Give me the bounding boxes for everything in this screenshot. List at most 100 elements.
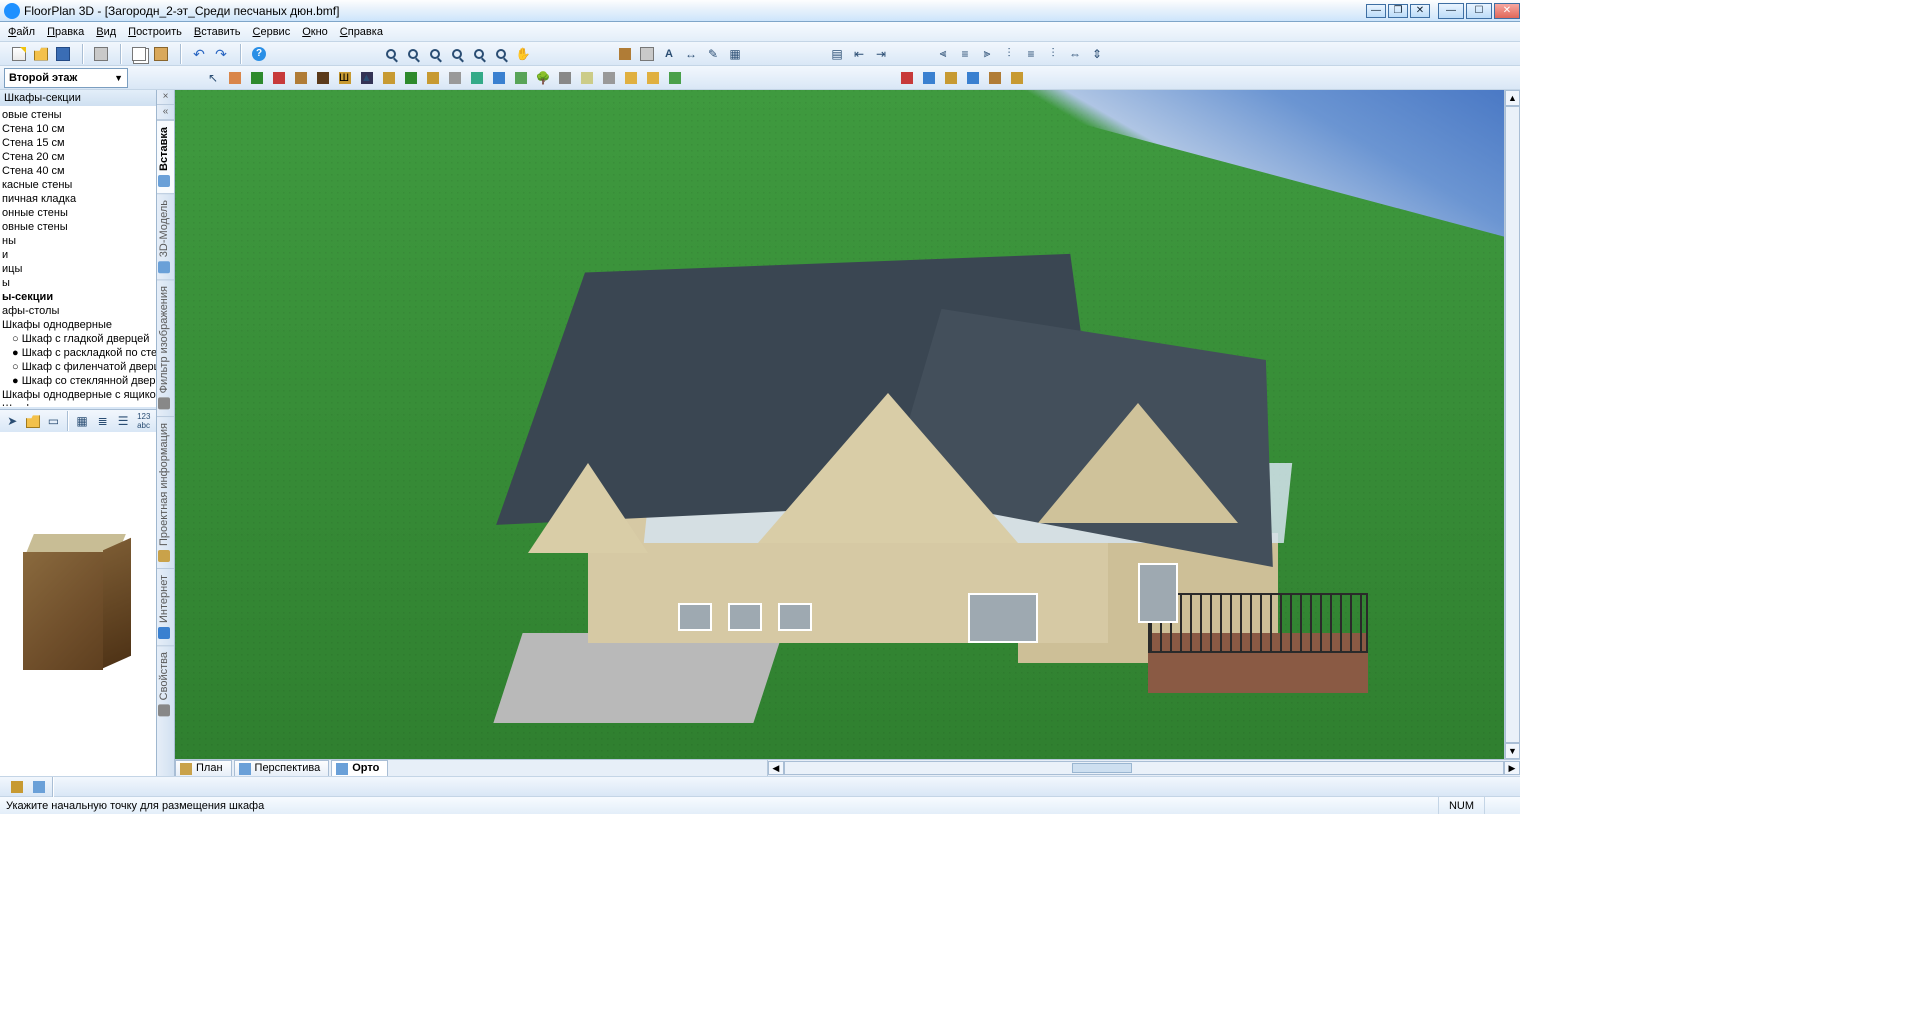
hscroll-thumb[interactable] xyxy=(1072,763,1132,773)
viewport-3d[interactable]: ▲ ▼ План Перспектива Орто ◀ ▶ xyxy=(175,90,1520,776)
dist-h-button[interactable]: ⇔ xyxy=(1065,44,1085,64)
sidetab-pin-button[interactable]: « xyxy=(157,105,174,120)
camera-settings-button[interactable] xyxy=(1007,68,1027,88)
select-tool-button[interactable]: ↖ xyxy=(203,68,223,88)
list-item[interactable]: Стена 40 см xyxy=(2,164,154,178)
material-button[interactable] xyxy=(941,68,961,88)
menu-window[interactable]: Окно xyxy=(302,26,328,38)
mdi-restore-button[interactable]: ❐ xyxy=(1388,4,1408,18)
list-item[interactable]: Шкафы однодверные с ящиком xyxy=(2,388,154,402)
list-item[interactable]: Стена 10 см xyxy=(2,122,154,136)
align-bottom-button[interactable]: ⫶ xyxy=(1043,44,1063,64)
list-item[interactable]: касные стены xyxy=(2,178,154,192)
view-tab-ortho[interactable]: Орто xyxy=(331,760,388,776)
terrain-tool-button[interactable] xyxy=(423,68,443,88)
camera-tool-button[interactable] xyxy=(599,68,619,88)
scroll-right-button[interactable]: ▶ xyxy=(1504,761,1520,775)
list-item[interactable]: ицы xyxy=(2,262,154,276)
grid-button[interactable]: ▦ xyxy=(725,44,745,64)
list-item[interactable]: Шкаф с филенчатой дверцей xyxy=(2,360,154,374)
dimension-button[interactable]: ↔ xyxy=(681,44,701,64)
beam-tool-button[interactable]: Ш xyxy=(335,68,355,88)
maximize-button[interactable]: ☐ xyxy=(1466,3,1492,19)
list-item[interactable]: ы xyxy=(2,276,154,290)
stairs-tool-button[interactable] xyxy=(379,68,399,88)
open-button[interactable] xyxy=(31,44,51,64)
light-tool-button[interactable] xyxy=(577,68,597,88)
menu-file[interactable]: Файл xyxy=(8,26,35,38)
list-item[interactable]: Шкафы однодверные xyxy=(2,318,154,332)
align-top-button[interactable]: ⫶ xyxy=(999,44,1019,64)
view-list-button[interactable]: ≣ xyxy=(94,411,111,431)
align-middle-button[interactable]: ≡ xyxy=(1021,44,1041,64)
view-tab-perspective[interactable]: Перспектива xyxy=(234,760,330,776)
menu-service[interactable]: Сервис xyxy=(253,26,291,38)
pencil-button[interactable]: ✎ xyxy=(703,44,723,64)
list-item[interactable]: афы-столы xyxy=(2,304,154,318)
shade-button[interactable] xyxy=(919,68,939,88)
sidetab-properties[interactable]: Свойства xyxy=(157,645,174,722)
sidetab-internet[interactable]: Интернет xyxy=(157,568,174,645)
list-item[interactable]: Шкаф со стеклянной дверцей xyxy=(2,374,154,388)
close-button[interactable]: ✕ xyxy=(1494,3,1520,19)
list-item[interactable]: Стена 20 см xyxy=(2,150,154,164)
minimize-button[interactable]: — xyxy=(1438,3,1464,19)
scroll-up-button[interactable]: ▲ xyxy=(1505,90,1520,106)
viewport-vscrollbar[interactable]: ▲ ▼ xyxy=(1504,90,1520,759)
list-item[interactable]: ы-секции xyxy=(2,290,154,304)
scroll-down-button[interactable]: ▼ xyxy=(1505,743,1520,759)
menu-edit[interactable]: Правка xyxy=(47,26,84,38)
hatch-button[interactable] xyxy=(615,44,635,64)
paste-button[interactable] xyxy=(151,44,171,64)
library-tree[interactable]: овые стеныСтена 10 смСтена 15 смСтена 20… xyxy=(0,106,156,406)
wall-tool-button[interactable] xyxy=(225,68,245,88)
list-item[interactable]: и xyxy=(2,248,154,262)
railing-tool-button[interactable] xyxy=(401,68,421,88)
list-item[interactable]: Шкаф с раскладкой по стеклу xyxy=(2,346,154,360)
list-item[interactable]: овные стены xyxy=(2,220,154,234)
menu-build[interactable]: Построить xyxy=(128,26,182,38)
texture-button[interactable] xyxy=(963,68,983,88)
dist-v-button[interactable]: ⇕ xyxy=(1087,44,1107,64)
view-tab-plan[interactable]: План xyxy=(175,760,232,776)
elevation-tool-button[interactable] xyxy=(665,68,685,88)
insert-button[interactable]: ➤ xyxy=(4,411,21,431)
zoom-prev-button[interactable] xyxy=(469,44,489,64)
viewport-hscrollbar[interactable]: ◀ ▶ xyxy=(767,760,1520,776)
text-button[interactable]: A xyxy=(659,44,679,64)
view-mini-button[interactable]: 123abc xyxy=(135,411,152,431)
plant-tool-button[interactable]: 🌳 xyxy=(533,68,553,88)
align-left-button[interactable]: ⫷ xyxy=(933,44,953,64)
menu-insert[interactable]: Вставить xyxy=(194,26,241,38)
list-item[interactable]: Стена 15 см xyxy=(2,136,154,150)
zoom-extents-button[interactable] xyxy=(447,44,467,64)
view-large-button[interactable]: ▦ xyxy=(74,411,91,431)
list-item[interactable]: пичная кладка xyxy=(2,192,154,206)
sidetab-projectinfo[interactable]: Проектная информация xyxy=(157,416,174,568)
align-center-button[interactable]: ≡ xyxy=(955,44,975,64)
new-button[interactable] xyxy=(9,44,29,64)
zoom-in-button[interactable] xyxy=(381,44,401,64)
redo-button[interactable]: ↷ xyxy=(211,44,231,64)
mdi-close-button[interactable]: ✕ xyxy=(1410,4,1430,18)
measure-tool-button[interactable] xyxy=(621,68,641,88)
furniture-tool-button[interactable] xyxy=(555,68,575,88)
pan-button[interactable]: ✋ xyxy=(513,44,533,64)
save-button[interactable] xyxy=(53,44,73,64)
floor-selector[interactable]: Второй этаж ▼ xyxy=(4,68,128,88)
undo-button[interactable]: ↶ xyxy=(189,44,209,64)
picture-button[interactable] xyxy=(985,68,1005,88)
mdi-minimize-button[interactable]: — xyxy=(1366,4,1386,18)
menu-view[interactable]: Вид xyxy=(96,26,116,38)
vscroll-track[interactable] xyxy=(1505,106,1520,743)
driveway-tool-button[interactable] xyxy=(467,68,487,88)
layer-prev-button[interactable]: ⇤ xyxy=(849,44,869,64)
snap-button[interactable] xyxy=(7,777,27,797)
help-button[interactable]: ? xyxy=(249,44,269,64)
zoom-out-button[interactable] xyxy=(403,44,423,64)
path-tool-button[interactable] xyxy=(445,68,465,88)
roof-tool-button[interactable]: ▲ xyxy=(357,68,377,88)
door-tool-button[interactable] xyxy=(291,68,311,88)
layers-button[interactable]: ▤ xyxy=(827,44,847,64)
print2-button[interactable] xyxy=(637,44,657,64)
